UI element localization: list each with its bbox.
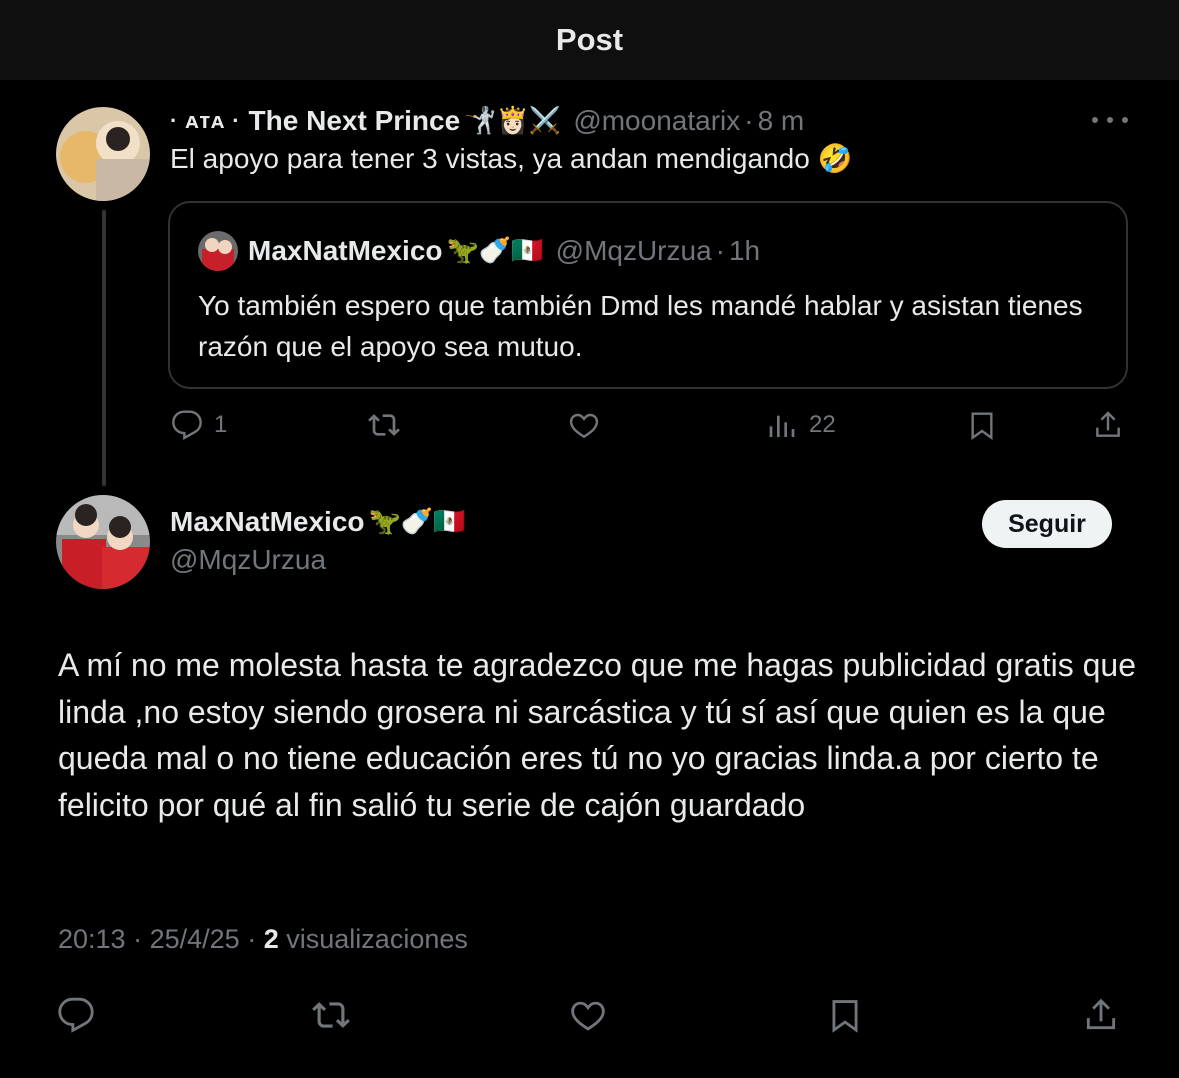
more-dot <box>1122 117 1128 123</box>
reply-icon <box>172 410 202 440</box>
quote-author-handle: @MqzUrzua <box>555 235 712 266</box>
retweet-button[interactable] <box>367 409 401 441</box>
follow-button[interactable]: Seguir <box>982 500 1112 548</box>
author-emojis: 🤺👸🏻⚔️ <box>464 106 562 136</box>
author-handle[interactable]: @MqzUrzua <box>170 544 326 576</box>
quote-header: MaxNatMexico 🦖🍼🇲🇽 @MqzUrzua · 1h <box>198 231 760 271</box>
quoted-tweet-card[interactable]: MaxNatMexico 🦖🍼🇲🇽 @MqzUrzua · 1h Yo tamb… <box>168 201 1128 389</box>
quote-avatar <box>198 231 238 271</box>
reply-icon <box>58 997 94 1033</box>
retweet-button[interactable] <box>311 996 351 1034</box>
quote-text: Yo también espero que también Dmd les ma… <box>198 290 1083 362</box>
author-name[interactable]: MaxNatMexico <box>170 506 365 538</box>
tweet2-author: MaxNatMexico 🦖🍼🇲🇽 <box>170 506 466 538</box>
more-dot <box>1092 117 1098 123</box>
reply-button[interactable]: 1 <box>170 409 227 441</box>
tweet1-header: · ᴀᴛᴀ · The Next Prince 🤺👸🏻⚔️ @moonatari… <box>170 102 804 140</box>
reply-count: 1 <box>214 411 228 438</box>
bookmark-icon <box>971 412 993 440</box>
bookmark-icon <box>832 1000 858 1033</box>
share-icon <box>1086 998 1116 1030</box>
author-name-prefix: · ᴀᴛᴀ · <box>170 108 241 133</box>
separator-dot: · <box>247 924 257 954</box>
heart-icon <box>571 1001 605 1031</box>
top-bar: Post <box>0 0 1179 80</box>
views-count: 2 <box>263 924 279 954</box>
author-name[interactable]: The Next Prince <box>249 105 461 137</box>
tweet2-action-bar <box>56 994 1126 1034</box>
quote-time: 1h <box>728 235 761 266</box>
avatar-image <box>56 495 150 589</box>
separator-dot: · <box>133 924 143 954</box>
share-button[interactable] <box>1082 996 1120 1034</box>
post-time[interactable]: 8 m <box>758 105 805 137</box>
reply-button[interactable] <box>56 996 96 1034</box>
avatar-image <box>56 107 150 201</box>
post-time[interactable]: 20:13 <box>58 924 126 954</box>
avatar-mqzurzua[interactable] <box>56 495 150 589</box>
heart-icon <box>569 413 599 439</box>
views-count: 22 <box>809 411 836 438</box>
separator-dot: · <box>715 235 725 266</box>
share-icon <box>1096 411 1120 437</box>
like-button[interactable] <box>567 409 601 441</box>
tweet1-action-bar: 1 22 <box>170 405 1128 445</box>
page-title: Post <box>555 22 624 57</box>
retweet-icon <box>368 414 400 436</box>
author-handle[interactable]: @moonatarix <box>573 105 740 137</box>
quote-avatar-image <box>198 231 238 271</box>
views-button[interactable]: 22 <box>767 409 836 441</box>
quote-author-emojis: 🦖🍼🇲🇽 <box>446 236 544 266</box>
retweet-icon <box>312 1002 350 1028</box>
bookmark-button[interactable] <box>826 996 864 1034</box>
like-button[interactable] <box>568 996 608 1034</box>
avatar-moonatarix[interactable] <box>56 107 150 201</box>
tweet1-text: El apoyo para tener 3 vistas, ya andan m… <box>170 143 853 174</box>
more-dot <box>1107 117 1113 123</box>
share-button[interactable] <box>1092 409 1124 441</box>
separator-dot: · <box>744 105 754 136</box>
bookmark-button[interactable] <box>966 409 998 441</box>
thread-line <box>102 210 106 486</box>
views-icon <box>769 415 795 437</box>
post-meta: 20:13 · 25/4/25 · 2 visualizaciones <box>58 924 468 955</box>
author-emojis: 🦖🍼🇲🇽 <box>368 507 466 537</box>
tweet2-text: A mí no me molesta hasta te agradezco qu… <box>58 647 1136 823</box>
quote-author-name: MaxNatMexico <box>248 235 443 266</box>
post-date[interactable]: 25/4/25 <box>150 924 240 954</box>
more-icon[interactable] <box>1092 106 1128 134</box>
views-label: visualizaciones <box>286 924 468 954</box>
